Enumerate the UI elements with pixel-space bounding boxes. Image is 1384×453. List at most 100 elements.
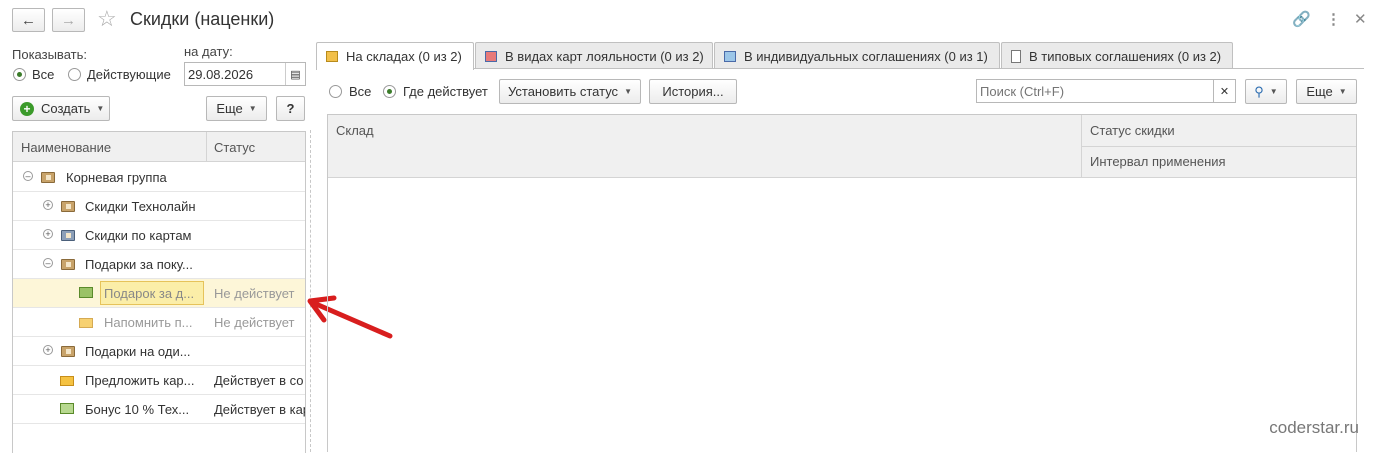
tree-header: Наименование Статус [13,132,305,162]
forward-button[interactable]: → [52,8,85,32]
tab-label: В индивидуальных соглашениях (0 из 1) [744,48,988,64]
envelope-icon [60,376,74,386]
right-radio-all-indicator[interactable] [329,85,342,98]
radio-active-label: Действующие [87,67,171,82]
history-button[interactable]: История... [649,79,737,104]
tab-individual-agreements[interactable]: В индивидуальных соглашениях (0 из 1) [714,42,1000,69]
tab-label: В видах карт лояльности (0 из 2) [505,48,704,64]
column-status-header[interactable]: Статус скидки [1090,123,1175,138]
column-name-header[interactable]: Наименование [21,140,111,155]
row-name: Скидки Технолайн [85,199,196,214]
page-title: Скидки (наценки) [130,9,275,29]
create-label: Создать [41,101,91,116]
tab-warehouses[interactable]: На складах (0 из 2) [316,42,474,70]
column-status-header[interactable]: Статус [214,140,255,155]
discounts-tree[interactable]: Наименование Статус – Корневая группа + … [12,131,306,453]
right-radio-all[interactable]: Все [329,84,371,99]
left-more-label: Еще [216,101,243,116]
column-warehouse-header[interactable]: Склад [336,123,374,138]
tree-row[interactable]: – Подарки за поку... [13,250,305,279]
radio-active-indicator[interactable] [68,68,81,81]
favorite-star-icon[interactable]: ☆ [97,6,117,32]
tree-row[interactable]: Бонус 10 % Тех... Действует в кар [13,395,305,424]
expand-icon[interactable]: + [43,200,53,210]
close-icon[interactable]: ✕ [1354,10,1367,28]
magnifier-icon: ⚲ [1254,83,1264,99]
right-radio-where-indicator[interactable] [383,85,396,98]
gift-icon [79,287,93,298]
grid-header: Склад Статус скидки Интервал применения [328,115,1356,178]
date-value[interactable]: 29.08.2026 [188,67,285,82]
help-button[interactable]: ? [276,96,305,121]
arrow-right-icon: → [61,11,76,29]
collapse-icon[interactable]: – [43,258,53,268]
history-label: История... [662,84,724,99]
collapse-icon[interactable]: – [23,171,33,181]
radio-all-label: Все [32,67,55,82]
date-input[interactable]: 29.08.2026 ▤ [184,62,306,86]
arrow-left-icon: ← [21,11,36,29]
radio-active[interactable]: Действующие [68,67,171,82]
row-name: Бонус 10 % Тех... [85,402,190,417]
link-icon[interactable]: 🔗 [1292,10,1311,28]
tree-row-selected[interactable]: Подарок за д... Не действует [13,279,305,308]
tree-row[interactable]: + Подарки на оди... [13,337,305,366]
bonus-icon [60,403,74,414]
row-name: Подарки за поку... [85,257,193,272]
tree-row[interactable]: Предложить кар... Действует в со [13,366,305,395]
folder-icon [61,201,75,212]
search-button[interactable]: ⚲ ▼ [1245,79,1287,104]
folder-icon [41,172,55,183]
clear-search-button[interactable]: ✕ [1213,79,1236,103]
search-input[interactable] [976,79,1214,103]
right-radio-all-label: Все [349,84,372,99]
radio-all[interactable]: Все [13,67,54,82]
more-vertical-icon[interactable]: ⋮ [1326,10,1341,28]
tree-row[interactable]: + Скидки Технолайн [13,192,305,221]
right-more-button[interactable]: Еще ▼ [1296,79,1357,104]
tab-standard-agreements[interactable]: В типовых соглашениях (0 из 2) [1001,42,1233,69]
expand-icon[interactable]: + [43,229,53,239]
chevron-down-icon: ▼ [624,87,632,96]
folder-icon [61,346,75,357]
column-interval-header[interactable]: Интервал применения [1090,154,1226,169]
date-label: на дату: [184,44,233,59]
warehouse-icon [326,51,338,62]
tree-row[interactable]: Напомнить п... Не действует [13,308,305,337]
row-name: Подарок за д... [104,286,195,301]
right-radio-where[interactable]: Где действует [383,84,488,99]
close-icon: ✕ [1219,85,1230,98]
row-name: Скидки по картам [85,228,192,243]
tab-label: На складах (0 из 2) [346,49,462,64]
back-button[interactable]: ← [12,8,45,32]
tab-loyalty-cards[interactable]: В видах карт лояльности (0 из 2) [475,42,713,69]
person-document-icon [724,50,736,62]
plus-icon: + [20,101,34,116]
expand-icon[interactable]: + [43,345,53,355]
help-label: ? [286,101,295,116]
row-name: Напомнить п... [104,315,193,330]
row-status: Действует в со [214,373,304,388]
chevron-down-icon: ▼ [248,104,257,113]
show-label: Показывать: [12,47,87,62]
folder-up-icon [61,230,75,241]
set-status-label: Установить статус [508,84,619,99]
folder-icon [61,259,75,270]
row-name: Подарки на оди... [85,344,191,359]
row-status: Не действует [214,315,295,330]
create-button[interactable]: + Создать ▼ [12,96,110,121]
row-status: Не действует [214,286,295,301]
calendar-icon[interactable]: ▤ [285,63,305,85]
radio-all-indicator[interactable] [13,68,26,81]
row-status: Действует в кар [214,402,305,417]
tree-row[interactable]: + Скидки по картам [13,221,305,250]
tree-row-root[interactable]: – Корневая группа [13,163,305,192]
left-more-button[interactable]: Еще ▼ [206,96,267,121]
chevron-down-icon: ▼ [96,104,105,113]
card-icon [485,50,497,62]
chevron-down-icon: ▼ [1338,87,1347,96]
warehouses-grid[interactable]: Склад Статус скидки Интервал применения [327,114,1357,452]
document-icon [1011,49,1021,63]
tab-label: В типовых соглашениях (0 из 2) [1029,48,1222,64]
set-status-button[interactable]: Установить статус ▼ [499,79,641,104]
